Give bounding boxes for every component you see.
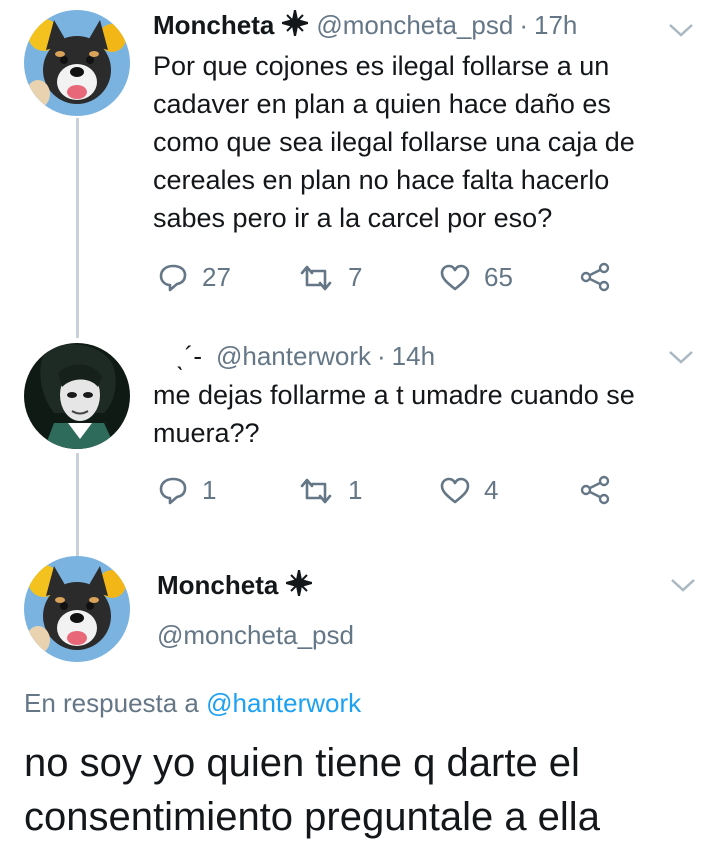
text-line: cereales en plan no hace falta hacerlo	[153, 165, 610, 195]
avatar[interactable]	[24, 556, 130, 662]
author-handle[interactable]: @hanterwork	[216, 341, 371, 372]
thread-line	[76, 118, 79, 338]
author-name[interactable]: Moncheta	[153, 10, 274, 41]
text-line: me dejas follarme a t umadre cuando se	[153, 380, 635, 410]
share-icon	[580, 262, 610, 292]
author-handle[interactable]: @moncheta_psd	[157, 620, 354, 651]
timestamp[interactable]: 17h	[534, 10, 577, 41]
author-name[interactable]: Moncheta	[157, 570, 278, 601]
retweet-icon	[300, 478, 332, 503]
chevron-down-icon[interactable]	[668, 22, 694, 38]
reply-context: En respuesta a @hanterwork	[24, 688, 361, 719]
reply-prefix: En respuesta a	[24, 688, 199, 718]
text-line: cadaver en plan a quien hace daño es	[153, 89, 611, 119]
retweet-icon	[300, 265, 332, 290]
focus-author: Moncheta	[157, 569, 317, 601]
thread-line	[76, 453, 79, 558]
tweet-text: Por que cojones es ilegal follarse a un …	[153, 47, 635, 237]
focus-tweet-text: no soy yo quien tiene q darte el consent…	[24, 736, 600, 844]
chevron-down-icon[interactable]	[668, 349, 694, 365]
share-icon	[580, 475, 610, 505]
reply-mention-link[interactable]: @hanterwork	[206, 688, 361, 718]
separator-dot: ·	[377, 341, 386, 371]
like-count: 4	[484, 475, 499, 505]
tweet-header: ˎ´- @hanterwork · 14h	[176, 341, 435, 372]
like-button[interactable]: 4	[440, 475, 498, 506]
reply-button[interactable]: 27	[158, 262, 231, 293]
like-count: 65	[484, 262, 513, 292]
reply-count: 27	[202, 262, 231, 292]
heart-icon	[440, 477, 470, 503]
tweet-header: Moncheta @moncheta_psd · 17h	[153, 9, 577, 41]
author-name[interactable]: ˎ´-	[176, 341, 202, 372]
text-line: sabes pero ir a la carcel por eso?	[153, 203, 553, 233]
reply-button[interactable]: 1	[158, 475, 216, 506]
share-button[interactable]	[580, 262, 610, 292]
retweet-button[interactable]: 1	[298, 475, 362, 506]
timestamp[interactable]: 14h	[392, 341, 435, 372]
reply-count: 1	[202, 475, 217, 505]
avatar[interactable]	[24, 343, 130, 449]
separator-dot: ·	[519, 10, 528, 40]
heart-icon	[440, 264, 470, 290]
text-line: muera??	[153, 418, 260, 448]
sparkle-star-icon	[278, 9, 313, 41]
retweet-count: 7	[348, 262, 363, 292]
text-line: como que sea ilegal follarse una caja de	[153, 127, 635, 157]
reply-icon	[159, 264, 187, 291]
sparkle-star-icon	[282, 569, 317, 601]
chevron-down-icon[interactable]	[670, 577, 696, 593]
reply-icon	[159, 477, 187, 504]
text-line: consentimiento preguntale a ella	[24, 795, 600, 839]
retweet-button[interactable]: 7	[298, 262, 362, 293]
text-line: Por que cojones es ilegal follarse a un	[153, 51, 610, 81]
retweet-count: 1	[348, 475, 363, 505]
avatar[interactable]	[24, 10, 130, 116]
text-line: no soy yo quien tiene q darte el	[24, 741, 580, 785]
like-button[interactable]: 65	[440, 262, 513, 293]
tweet-text: me dejas follarme a t umadre cuando se m…	[153, 376, 635, 452]
author-handle[interactable]: @moncheta_psd	[316, 10, 513, 41]
share-button[interactable]	[580, 475, 610, 505]
